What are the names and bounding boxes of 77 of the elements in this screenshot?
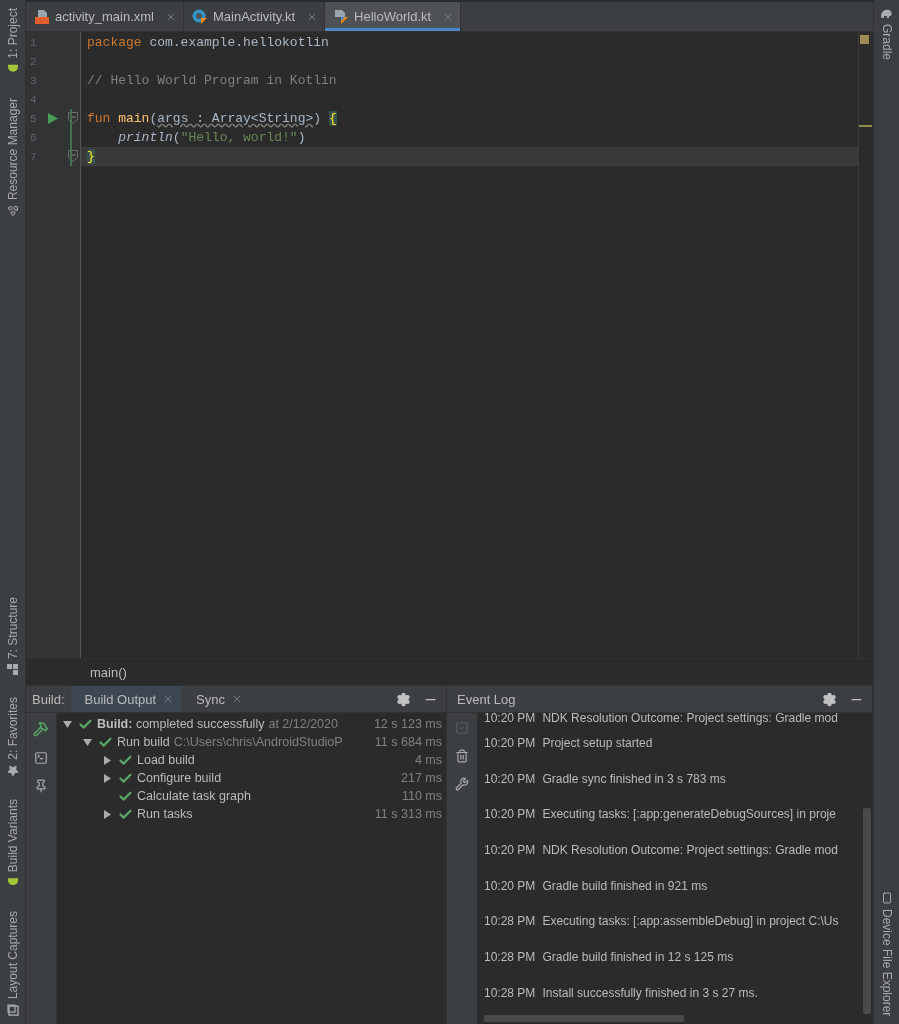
xml-file-icon: [34, 8, 50, 25]
log-time: 10:20 PM: [484, 735, 536, 750]
pin-icon[interactable]: [34, 779, 48, 793]
log-message: Install successfully finished in 3 s 27 ms.: [542, 985, 758, 1000]
log-time: 10:20 PM: [484, 711, 536, 725]
phone-icon: [880, 891, 893, 904]
elephant-icon: [880, 8, 893, 19]
build-step-duration: 110 ms: [400, 789, 442, 803]
editor-tab[interactable]: activity_main.xml: [26, 2, 184, 31]
tool-window-button[interactable]: Gradle: [879, 8, 894, 61]
scrollbar[interactable]: [484, 1015, 684, 1022]
tool-window-button[interactable]: Layout Captures: [5, 910, 20, 1016]
collapse-arrow-icon[interactable]: [63, 719, 72, 729]
log-message: Project setup started: [542, 735, 653, 750]
build-step-duration: 12 s 123 ms: [372, 717, 442, 731]
structure-icon: [7, 664, 18, 676]
editor-tab[interactable]: HelloWorld.kt: [325, 2, 462, 31]
checkbox-icon[interactable]: [455, 721, 469, 735]
log-message: Gradle build finished in 921 ms: [542, 878, 708, 893]
warning-marker-icon: [860, 35, 869, 44]
panel-tab[interactable]: Build Output: [70, 686, 183, 712]
run-icon[interactable]: [48, 113, 58, 124]
panel-title: Event Log: [456, 690, 517, 709]
log-time: 10:20 PM: [484, 807, 536, 822]
settings-icon[interactable]: [822, 691, 837, 707]
scrollbar[interactable]: [863, 808, 871, 1014]
build-step-label[interactable]: Load build: [137, 753, 195, 767]
log-time: 10:28 PM: [484, 985, 536, 1000]
panel-tab[interactable]: Sync: [182, 686, 251, 712]
console-icon[interactable]: [34, 751, 48, 765]
tool-window-button[interactable]: Device File Explorer: [879, 891, 894, 1016]
shapes-icon: [6, 204, 19, 217]
layout-icon: [6, 1004, 19, 1016]
kotlin-file-icon: [333, 8, 350, 25]
tool-window-button[interactable]: 1: Project: [5, 8, 20, 76]
error-stripe-marker: [859, 125, 872, 127]
expand-arrow-icon[interactable]: [103, 809, 112, 819]
log-time: 10:20 PM: [484, 842, 536, 857]
collapse-arrow-icon[interactable]: [83, 737, 92, 747]
log-message: Executing tasks: [:app:generateDebugSources] in proje: [542, 807, 836, 822]
settings-icon[interactable]: [396, 691, 411, 707]
log-time: 10:28 PM: [484, 914, 536, 929]
build-step-label[interactable]: Configure build: [137, 771, 222, 785]
build-step-duration: 11 s 313 ms: [373, 807, 442, 821]
log-time: 10:28 PM: [484, 949, 536, 964]
build-step-detail: at 2/12/2020: [268, 717, 338, 731]
code-line: fun main(args : Array<String>) {: [87, 111, 337, 126]
log-message: NDK Resolution Outcome: Project settings: Gradle mod: [542, 842, 838, 857]
build-step-label[interactable]: Run tasks: [137, 807, 193, 821]
build-step-label[interactable]: Calculate task graph: [137, 789, 251, 803]
close-icon[interactable]: [231, 693, 243, 705]
panel-title: Build:: [31, 690, 66, 709]
hammer-icon[interactable]: [33, 721, 49, 737]
tool-window-button[interactable]: 7: Structure: [5, 597, 20, 676]
breadcrumb[interactable]: main(): [90, 664, 127, 680]
build-step-duration: 11 s 684 ms: [373, 735, 442, 749]
log-message: Gradle sync finished in 3 s 783 ms: [542, 771, 726, 786]
wrench-icon[interactable]: [455, 777, 469, 791]
log-message: Gradle build finished in 12 s 125 ms: [542, 949, 734, 964]
star-icon: [6, 764, 19, 777]
tool-window-button[interactable]: Resource Manager: [5, 97, 20, 217]
build-step-detail: C:\Users\chris\AndroidStudioP: [173, 735, 343, 749]
log-time: 10:20 PM: [484, 771, 536, 786]
tool-window-button[interactable]: 2: Favorites: [5, 697, 20, 777]
class-icon: [191, 8, 208, 25]
tool-window-button[interactable]: Build Variants: [5, 798, 20, 889]
trash-icon[interactable]: [455, 749, 469, 763]
build-step-label[interactable]: Run build: [117, 735, 170, 749]
code-line: // Hello World Program in Kotlin: [87, 73, 337, 88]
log-time: 10:20 PM: [484, 878, 536, 893]
code-line: package com.example.hellokotlin: [87, 35, 329, 50]
build-step-duration: 217 ms: [400, 771, 442, 785]
build-step-duration: 4 ms: [413, 753, 442, 767]
log-message: Executing tasks: [:app:assembleDebug] in project C:\Us: [542, 914, 839, 929]
log-message: NDK Resolution Outcome: Project settings: Gradle mod: [542, 711, 838, 725]
build-step-label[interactable]: Build: completed successfully: [97, 717, 265, 731]
code-line: println("Hello, world!"): [117, 130, 306, 145]
